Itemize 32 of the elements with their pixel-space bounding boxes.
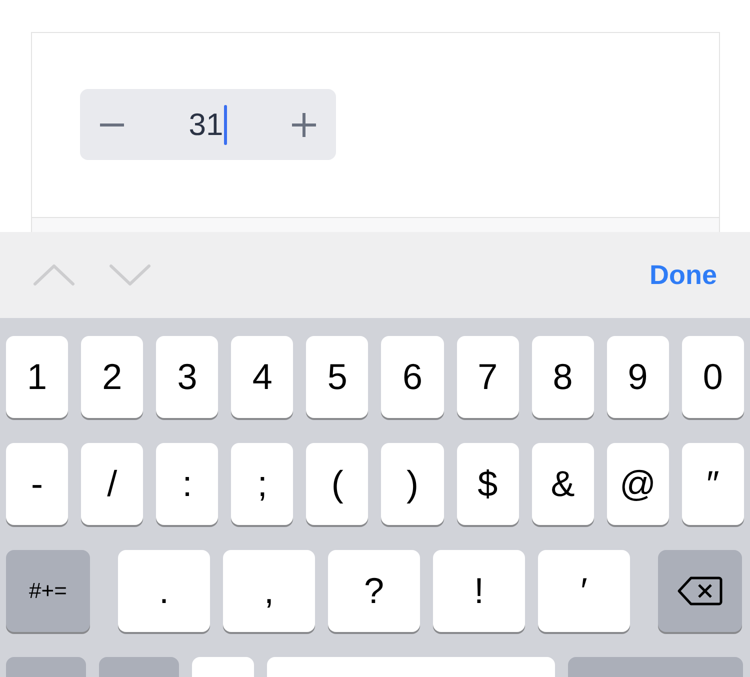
key[interactable]: @: [606, 443, 669, 525]
plus-icon[interactable]: [292, 112, 316, 136]
key[interactable]: 2: [81, 336, 144, 418]
key[interactable]: :: [156, 443, 218, 525]
key[interactable]: -: [6, 443, 68, 525]
key[interactable]: .: [118, 550, 210, 632]
symbols-key[interactable]: #+=: [6, 550, 90, 632]
key[interactable]: 0: [682, 336, 744, 418]
delete-icon: [677, 576, 723, 606]
delete-key[interactable]: [658, 550, 742, 632]
key[interactable]: 5: [306, 336, 368, 418]
key[interactable]: ″: [682, 443, 744, 525]
key[interactable]: ,: [223, 550, 315, 632]
key[interactable]: !: [433, 550, 525, 632]
key[interactable]: ?: [328, 550, 420, 632]
key[interactable]: 9: [606, 336, 669, 418]
key[interactable]: ): [381, 443, 444, 525]
key[interactable]: 6: [381, 336, 444, 418]
key[interactable]: 7: [456, 336, 519, 418]
key[interactable]: 3: [156, 336, 218, 418]
key[interactable]: $: [456, 443, 519, 525]
key[interactable]: 1: [6, 336, 68, 418]
key[interactable]: ;: [231, 443, 294, 525]
key[interactable]: 4: [231, 336, 294, 418]
number-stepper[interactable]: 31: [80, 89, 336, 160]
minus-icon[interactable]: [100, 122, 124, 126]
value-field[interactable]: 31: [188, 104, 228, 144]
key[interactable]: /: [81, 443, 144, 525]
key[interactable]: ′: [538, 550, 630, 632]
key[interactable]: 8: [532, 336, 594, 418]
key[interactable]: (: [306, 443, 368, 525]
key[interactable]: &: [532, 443, 594, 525]
